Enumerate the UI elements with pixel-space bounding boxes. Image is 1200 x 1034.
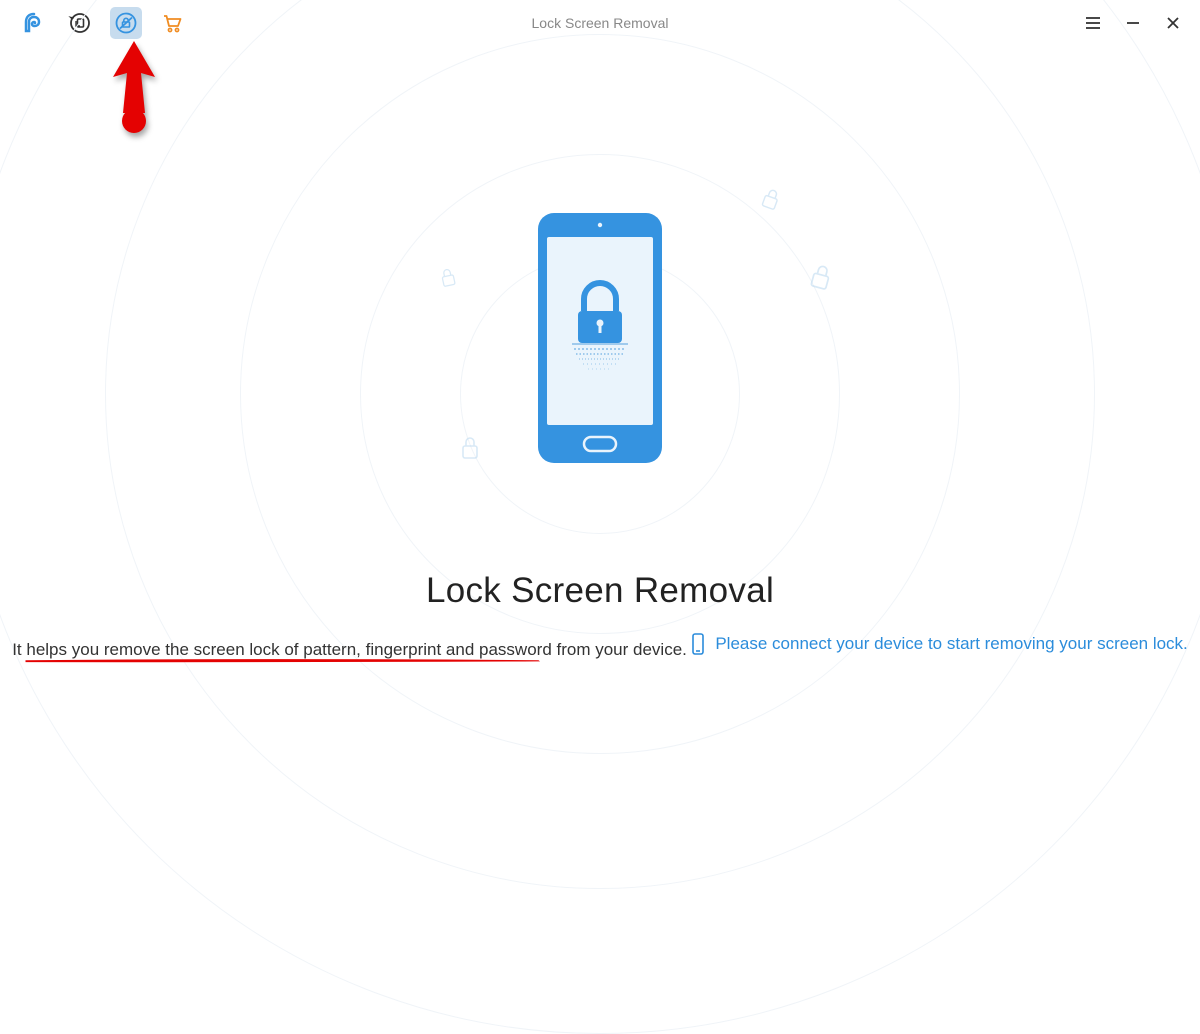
recovery-button[interactable]	[64, 7, 96, 39]
logo-icon	[22, 11, 46, 35]
cart-icon	[160, 11, 184, 35]
close-button[interactable]	[1164, 14, 1182, 32]
device-icon	[691, 633, 705, 655]
decorative-lock-icon	[807, 261, 835, 294]
subtitle-wrap: It helps you remove the screen lock of p…	[12, 640, 687, 660]
content-text-block: Lock Screen Removal It helps you remove …	[0, 571, 1200, 660]
recovery-icon	[68, 11, 92, 35]
logo-button[interactable]	[18, 7, 50, 39]
lock-screen-button[interactable]	[110, 7, 142, 39]
app-header: Lock Screen Removal	[0, 0, 1200, 45]
page-subtitle: It helps you remove the screen lock of p…	[12, 640, 687, 660]
connect-prompt-text: Please connect your device to start remo…	[715, 634, 1187, 654]
main-content: Lock Screen Removal It helps you remove …	[0, 45, 1200, 742]
lock-screen-tool-icon	[114, 11, 138, 35]
connect-prompt: Please connect your device to start remo…	[691, 633, 1187, 655]
menu-button[interactable]	[1084, 14, 1102, 32]
phone-illustration	[536, 211, 664, 465]
decorative-lock-icon	[460, 435, 480, 461]
minimize-button[interactable]	[1124, 14, 1142, 32]
window-title: Lock Screen Removal	[532, 15, 669, 31]
hamburger-icon	[1085, 16, 1101, 30]
decorative-lock-icon	[438, 266, 458, 290]
cart-button[interactable]	[156, 7, 188, 39]
toolbar	[18, 7, 188, 39]
minimize-icon	[1126, 16, 1140, 30]
window-controls	[1084, 14, 1182, 32]
page-title: Lock Screen Removal	[0, 571, 1200, 611]
decorative-lock-icon	[758, 185, 783, 214]
close-icon	[1166, 16, 1180, 30]
